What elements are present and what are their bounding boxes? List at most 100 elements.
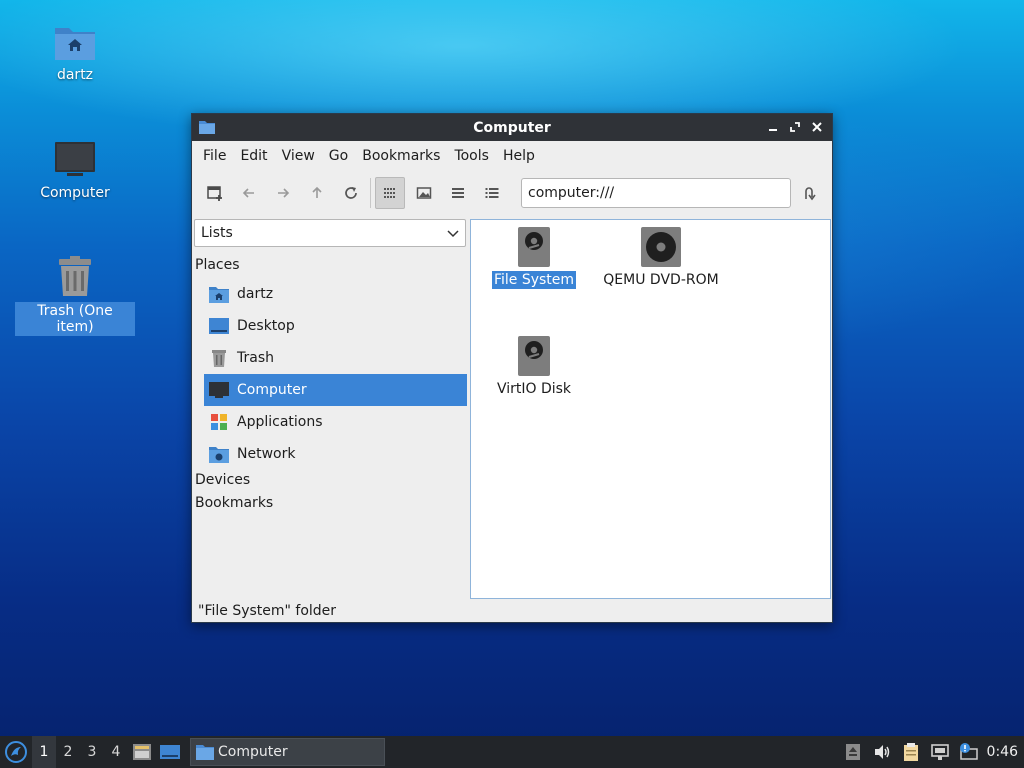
icon-view-button[interactable] (375, 177, 405, 209)
close-button[interactable] (808, 118, 826, 136)
close-icon (812, 122, 822, 132)
desktop-icon (160, 745, 180, 759)
toolbar: computer:/// (192, 171, 832, 215)
desktop-icon-computer[interactable]: Computer (15, 140, 135, 202)
detailed-list-view-button[interactable] (477, 177, 507, 209)
up-button[interactable] (302, 177, 332, 209)
sidebar-item-desktop[interactable]: Desktop (204, 310, 467, 342)
desktop-icon-label: Trash (One item) (15, 302, 135, 336)
sidebar-item-label: dartz (237, 286, 274, 302)
sidebar-item-trash[interactable]: Trash (204, 342, 467, 374)
home-folder-icon (55, 28, 95, 60)
list-icon (452, 188, 464, 198)
computer-icon (55, 142, 95, 176)
menu-view[interactable]: View (275, 141, 322, 171)
volume-button[interactable] (870, 736, 894, 768)
menu-go[interactable]: Go (322, 141, 355, 171)
thumbnail-view-button[interactable] (409, 177, 439, 209)
address-bar[interactable]: computer:/// (521, 178, 791, 208)
arrow-left-icon (242, 188, 254, 198)
clock[interactable]: 0:46 (987, 744, 1018, 760)
item-virtio-disk[interactable]: VirtIO Disk (469, 335, 599, 398)
sidebar-item-label: Network (237, 446, 296, 462)
minimize-button[interactable] (764, 118, 782, 136)
jump-arrow-icon (805, 187, 816, 201)
workspace-2[interactable]: 2 (56, 736, 80, 768)
side-pane-mode-value: Lists (201, 225, 233, 241)
sidebar-item-dartz[interactable]: dartz (204, 278, 467, 310)
clipboard-button[interactable] (899, 736, 923, 768)
maximize-icon (790, 122, 800, 132)
go-button[interactable] (796, 180, 822, 206)
sidebar-item-label: Trash (237, 350, 274, 366)
sidebar-item-applications[interactable]: Applications (204, 406, 467, 438)
devices-header[interactable]: Devices (195, 472, 250, 488)
taskbar-window-computer[interactable]: Computer (190, 738, 385, 766)
harddisk-icon (518, 227, 550, 267)
side-pane: Lists Places dartz Desktop Trash Compute… (192, 217, 469, 607)
workspace-1[interactable]: 1 (32, 736, 56, 768)
show-desktop-button[interactable] (156, 736, 184, 768)
window-titlebar[interactable]: Computer (192, 114, 832, 141)
arrow-right-icon (278, 188, 290, 198)
new-tab-icon (207, 186, 222, 201)
menu-tools[interactable]: Tools (447, 141, 496, 171)
network-folder-icon (209, 447, 229, 463)
harddisk-icon (518, 336, 550, 376)
updates-notification-button[interactable] (957, 736, 981, 768)
image-icon (416, 187, 432, 199)
sidebar-item-label: Desktop (237, 318, 295, 334)
back-button[interactable] (234, 177, 264, 209)
taskbar-window-label: Computer (218, 744, 288, 760)
chevron-down-icon (447, 230, 459, 238)
menu-help[interactable]: Help (496, 141, 542, 171)
desktop-icon-trash[interactable]: Trash (One item) (15, 256, 135, 336)
sidebar-item-label: Computer (237, 382, 307, 398)
eject-button[interactable] (841, 736, 865, 768)
toolbar-separator (370, 178, 371, 208)
reload-button[interactable] (336, 177, 366, 209)
item-file-system[interactable]: File System (469, 226, 599, 289)
file-manager-icon (133, 744, 151, 760)
file-view[interactable]: File System QEMU DVD-ROM VirtIO Disk (470, 219, 831, 599)
clipboard-icon (903, 743, 918, 761)
reload-icon (345, 187, 357, 199)
workspace-4[interactable]: 4 (104, 736, 128, 768)
item-label: File System (491, 271, 577, 289)
sidebar-item-computer[interactable]: Computer (204, 374, 467, 406)
sidebar-item-label: Applications (237, 414, 323, 430)
sidebar-item-network[interactable]: Network (204, 438, 467, 470)
trash-icon (59, 256, 91, 296)
trash-icon (212, 350, 226, 367)
menu-file[interactable]: File (196, 141, 233, 171)
menu-bookmarks[interactable]: Bookmarks (355, 141, 447, 171)
compact-view-button[interactable] (443, 177, 473, 209)
home-folder-icon (209, 287, 229, 303)
detailed-list-icon (485, 188, 499, 198)
window-title: Computer (473, 119, 551, 136)
file-manager-launcher[interactable] (128, 736, 156, 768)
applications-icon (211, 414, 227, 430)
new-tab-button[interactable] (200, 177, 230, 209)
workspace-3[interactable]: 3 (80, 736, 104, 768)
grid-view-icon (384, 188, 395, 198)
places-header[interactable]: Places (195, 257, 240, 273)
status-bar: "File System" folder (198, 603, 337, 619)
network-status-button[interactable] (928, 736, 952, 768)
desktop-icon-label: Computer (40, 185, 110, 201)
maximize-button[interactable] (786, 118, 804, 136)
minimize-icon (769, 129, 777, 131)
start-menu-button[interactable] (0, 736, 32, 768)
file-manager-window: Computer File Edit View Go Bookmarks Too… (191, 113, 833, 623)
menu-edit[interactable]: Edit (233, 141, 274, 171)
speaker-icon (874, 745, 889, 759)
desktop-icon-home[interactable]: dartz (15, 22, 135, 84)
item-label: QEMU DVD-ROM (603, 272, 719, 288)
system-tray: 0:46 (836, 736, 1024, 768)
desktop-icon-label: dartz (56, 67, 94, 83)
bookmarks-header[interactable]: Bookmarks (195, 495, 273, 511)
taskbar: 1 2 3 4 Computer 0:46 (0, 736, 1024, 768)
forward-button[interactable] (268, 177, 298, 209)
side-pane-mode-select[interactable]: Lists (194, 219, 466, 247)
item-qemu-dvd-rom[interactable]: QEMU DVD-ROM (596, 226, 726, 289)
